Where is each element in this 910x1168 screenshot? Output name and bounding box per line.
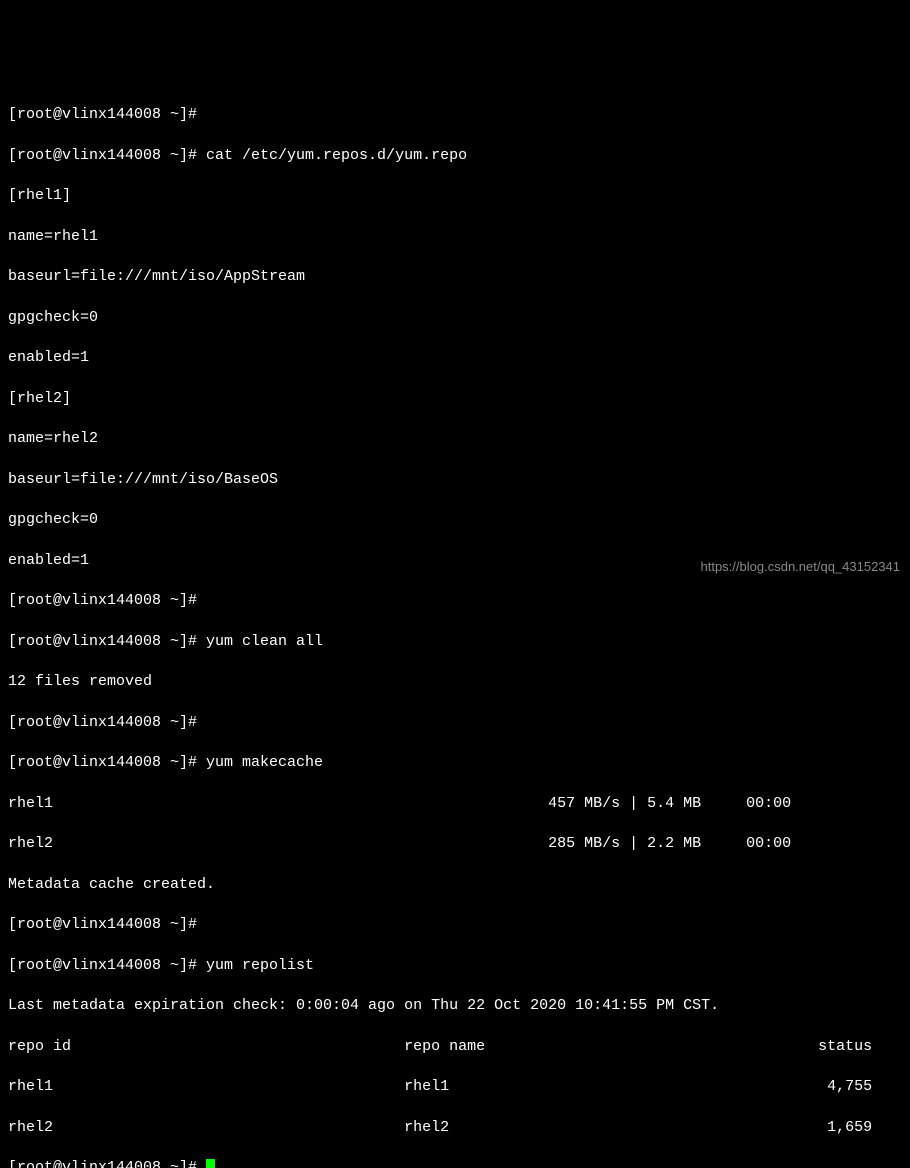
output-line: baseurl=file:///mnt/iso/AppStream <box>8 267 902 287</box>
output-line: Last metadata expiration check: 0:00:04 … <box>8 996 902 1016</box>
output-line: enabled=1 <box>8 348 902 368</box>
prompt-line: [root@vlinx144008 ~]# <box>8 713 902 733</box>
output-line: [rhel1] <box>8 186 902 206</box>
output-line: gpgcheck=0 <box>8 510 902 530</box>
output-header-line: repo id repo name status <box>8 1037 902 1057</box>
output-line: name=rhel1 <box>8 227 902 247</box>
prompt-line: [root@vlinx144008 ~]# <box>8 105 902 125</box>
cursor-icon <box>206 1159 215 1168</box>
output-line: 12 files removed <box>8 672 902 692</box>
command-line-yum-makecache: [root@vlinx144008 ~]# yum makecache <box>8 753 902 773</box>
output-line: baseurl=file:///mnt/iso/BaseOS <box>8 470 902 490</box>
output-line: rhel1 457 MB/s | 5.4 MB 00:00 <box>8 794 902 814</box>
watermark-text: https://blog.csdn.net/qq_43152341 <box>701 558 901 576</box>
prompt-line: [root@vlinx144008 ~]# <box>8 915 902 935</box>
output-line: name=rhel2 <box>8 429 902 449</box>
terminal-output: [root@vlinx144008 ~]# [root@vlinx144008 … <box>8 85 902 1168</box>
command-line-cat: [root@vlinx144008 ~]# cat /etc/yum.repos… <box>8 146 902 166</box>
output-line: rhel2 285 MB/s | 2.2 MB 00:00 <box>8 834 902 854</box>
active-prompt-line[interactable]: [root@vlinx144008 ~]# <box>8 1158 902 1168</box>
output-line: rhel2 rhel2 1,659 <box>8 1118 902 1138</box>
command-line-yum-clean: [root@vlinx144008 ~]# yum clean all <box>8 632 902 652</box>
output-line: Metadata cache created. <box>8 875 902 895</box>
prompt-line: [root@vlinx144008 ~]# <box>8 591 902 611</box>
output-line: [rhel2] <box>8 389 902 409</box>
output-line: rhel1 rhel1 4,755 <box>8 1077 902 1097</box>
prompt-text: [root@vlinx144008 ~]# <box>8 1159 206 1168</box>
command-line-yum-repolist: [root@vlinx144008 ~]# yum repolist <box>8 956 902 976</box>
output-line: gpgcheck=0 <box>8 308 902 328</box>
